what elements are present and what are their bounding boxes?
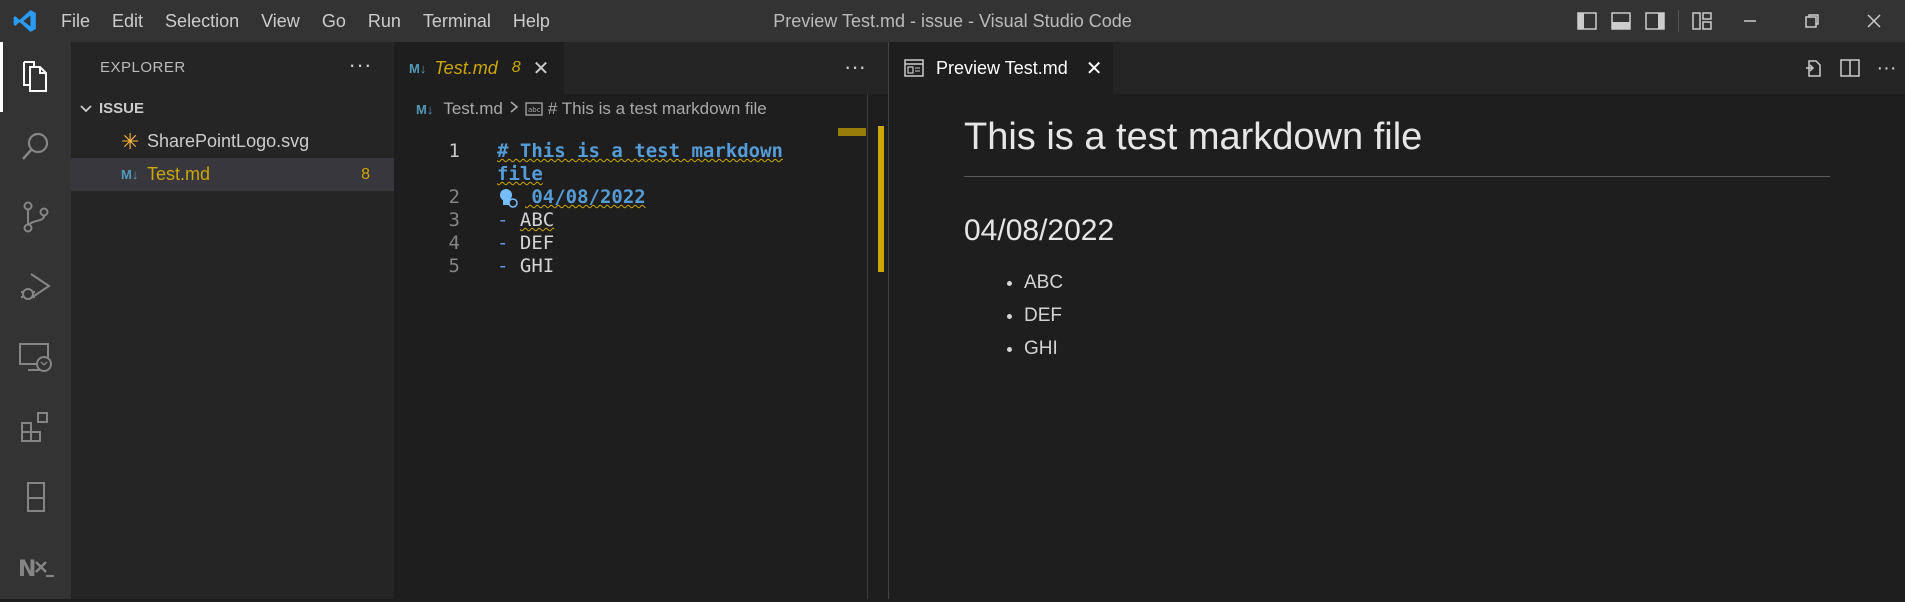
menu-help[interactable]: Help bbox=[502, 0, 561, 42]
list-text: ABC bbox=[519, 209, 555, 231]
restore-icon[interactable] bbox=[1781, 0, 1843, 42]
chevron-down-icon bbox=[79, 102, 99, 116]
svg-text:N: N bbox=[18, 557, 36, 582]
markdown-file-icon: M↓ bbox=[121, 167, 139, 182]
menu-bar: File Edit Selection View Go Run Terminal… bbox=[50, 0, 561, 42]
menu-terminal[interactable]: Terminal bbox=[412, 0, 502, 42]
menu-selection[interactable]: Selection bbox=[154, 0, 250, 42]
file-label: Test.md bbox=[147, 164, 211, 184]
toggle-secondary-sidebar-icon[interactable] bbox=[1638, 0, 1672, 42]
markdown-file-icon: M↓ bbox=[409, 60, 427, 76]
code-text: - DEF bbox=[497, 232, 554, 254]
code-line: 5 bbox=[394, 255, 460, 283]
toggle-primary-sidebar-icon[interactable] bbox=[1570, 0, 1604, 42]
remote-explorer-icon[interactable] bbox=[0, 322, 71, 392]
run-debug-icon[interactable] bbox=[0, 252, 71, 322]
code-text: - GHI bbox=[497, 255, 554, 277]
close-icon[interactable]: ✕ bbox=[1086, 56, 1103, 81]
minimize-icon[interactable] bbox=[1719, 0, 1781, 42]
preview-heading-2: 04/08/2022 bbox=[964, 214, 1115, 247]
more-actions-icon[interactable]: ··· bbox=[844, 54, 866, 80]
list-dash: - bbox=[497, 232, 509, 254]
list-dash: - bbox=[497, 209, 509, 231]
tab-problems-count: 8 bbox=[511, 59, 521, 76]
explorer-title-label: EXPLORER bbox=[100, 58, 186, 76]
title-bar: File Edit Selection View Go Run Terminal… bbox=[0, 0, 1905, 42]
close-window-icon[interactable] bbox=[1843, 0, 1905, 42]
svg-file-icon: ✳ bbox=[121, 128, 140, 154]
list-item: DEF bbox=[1024, 299, 1063, 332]
notebook-icon[interactable] bbox=[0, 462, 71, 532]
tab-test-md[interactable]: M↓ Test.md 8 ✕ bbox=[394, 42, 564, 94]
preview-list: ABC DEF GHI bbox=[964, 266, 1063, 365]
tab-label: Test.md bbox=[434, 57, 498, 78]
menu-go[interactable]: Go bbox=[311, 0, 357, 42]
nx-icon[interactable]: N bbox=[0, 532, 71, 602]
list-item: ABC bbox=[1024, 266, 1063, 299]
breadcrumb: M↓ Test.md abc # This is a test markdown… bbox=[394, 94, 888, 124]
preview-heading-1: This is a test markdown file bbox=[964, 116, 1423, 158]
file-sharepointlogo-svg[interactable]: ✳ SharePointLogo.svg bbox=[71, 125, 394, 158]
menu-run[interactable]: Run bbox=[357, 0, 412, 42]
menu-edit[interactable]: Edit bbox=[101, 0, 154, 42]
breadcrumb-file[interactable]: Test.md bbox=[443, 99, 503, 119]
vscode-logo-icon bbox=[0, 0, 50, 42]
toggle-panel-icon[interactable] bbox=[1604, 0, 1638, 42]
more-actions-icon[interactable]: ··· bbox=[1868, 42, 1905, 94]
problems-badge: 8 bbox=[361, 165, 370, 183]
line-number: 5 bbox=[448, 255, 460, 277]
chevron-right-icon bbox=[509, 99, 519, 119]
folder-issue[interactable]: ISSUE bbox=[71, 92, 394, 125]
menu-view[interactable]: View bbox=[250, 0, 311, 42]
preview-tabs: Preview Test.md ✕ ··· bbox=[889, 42, 1905, 94]
more-actions-icon[interactable]: ··· bbox=[349, 52, 372, 78]
close-icon[interactable]: ✕ bbox=[533, 56, 550, 81]
code-text: - ABC bbox=[497, 209, 554, 231]
preview-icon bbox=[904, 59, 924, 77]
lightbulb-icon[interactable] bbox=[497, 186, 525, 210]
source-control-icon[interactable] bbox=[0, 182, 71, 252]
customize-layout-icon[interactable] bbox=[1685, 0, 1719, 42]
explorer-title: EXPLORER ··· bbox=[71, 42, 394, 92]
overview-ruler-warning bbox=[878, 126, 884, 272]
string-symbol-icon: abc bbox=[525, 102, 543, 116]
code-text: # This is a test markdown bbox=[497, 140, 783, 162]
extensions-icon[interactable] bbox=[0, 392, 71, 462]
minimap[interactable] bbox=[838, 128, 866, 136]
menu-file[interactable]: File bbox=[50, 0, 101, 42]
list-item: GHI bbox=[1024, 332, 1063, 365]
tab-label: Preview Test.md bbox=[936, 57, 1068, 78]
open-source-icon[interactable] bbox=[1794, 42, 1831, 94]
code-line: 1 bbox=[394, 140, 460, 168]
scrollbar[interactable] bbox=[867, 94, 868, 599]
list-dash: - bbox=[497, 255, 509, 277]
markdown-file-icon: M↓ bbox=[416, 101, 434, 117]
editor-tabs: M↓ Test.md 8 ✕ ··· bbox=[394, 42, 888, 94]
tab-preview-test-md[interactable]: Preview Test.md ✕ bbox=[889, 42, 1113, 94]
preview-divider bbox=[964, 176, 1830, 177]
line-number: 1 bbox=[448, 140, 460, 162]
file-test-md[interactable]: M↓ Test.md 8 bbox=[71, 158, 394, 191]
file-label: SharePointLogo.svg bbox=[147, 131, 310, 151]
search-icon[interactable] bbox=[0, 112, 71, 182]
preview-group: Preview Test.md ✕ ··· This is a test mar… bbox=[889, 42, 1905, 599]
split-editor-icon[interactable] bbox=[1831, 42, 1868, 94]
explorer-icon[interactable] bbox=[0, 42, 71, 112]
explorer-sidebar: EXPLORER ··· ISSUE ✳ SharePointLogo.svg … bbox=[71, 42, 394, 599]
breadcrumb-symbol[interactable]: # This is a test markdown file bbox=[548, 99, 767, 119]
folder-label: ISSUE bbox=[99, 100, 145, 117]
editor-group: M↓ Test.md 8 ✕ ··· M↓ Test.md abc # This… bbox=[394, 42, 888, 599]
code-text: file bbox=[497, 163, 543, 185]
activity-bar: N bbox=[0, 42, 71, 599]
list-text: GHI bbox=[519, 255, 555, 277]
svg-text:abc: abc bbox=[528, 106, 541, 114]
list-text: DEF bbox=[519, 232, 555, 254]
